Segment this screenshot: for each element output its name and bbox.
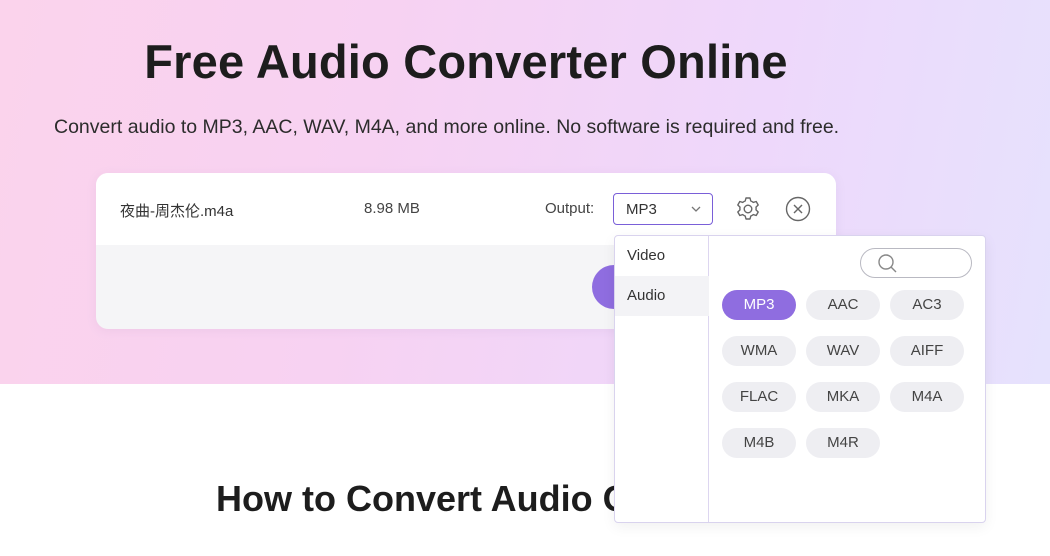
format-chip-flac[interactable]: FLAC <box>722 382 796 412</box>
search-icon <box>878 254 897 273</box>
format-chip-m4a[interactable]: M4A <box>890 382 964 412</box>
format-chip-mka[interactable]: MKA <box>806 382 880 412</box>
gear-icon[interactable] <box>734 195 762 223</box>
output-format-select[interactable]: MP3 <box>613 193 713 225</box>
output-label: Output: <box>545 200 595 217</box>
format-chip-m4b[interactable]: M4B <box>722 428 796 458</box>
page-subtitle: Convert audio to MP3, AAC, WAV, M4A, and… <box>54 116 840 138</box>
format-chip-wav[interactable]: WAV <box>806 336 880 366</box>
format-dropdown: Video Audio MP3 AAC AC3 WMA WAV AIFF FLA… <box>614 235 986 523</box>
format-chip-ac3[interactable]: AC3 <box>890 290 964 320</box>
page-title: Free Audio Converter Online <box>144 35 788 88</box>
chevron-down-icon <box>691 206 701 212</box>
category-video[interactable]: Video <box>615 236 709 276</box>
format-chip-m4r[interactable]: M4R <box>806 428 880 458</box>
format-search-input[interactable] <box>860 248 972 278</box>
format-chip-wma[interactable]: WMA <box>722 336 796 366</box>
format-chip-aac[interactable]: AAC <box>806 290 880 320</box>
file-name: 夜曲-周杰伦.m4a <box>120 203 234 220</box>
format-chip-mp3[interactable]: MP3 <box>722 290 796 320</box>
category-list: Video Audio <box>615 236 709 522</box>
output-format-value: MP3 <box>626 201 657 218</box>
category-audio[interactable]: Audio <box>615 276 709 316</box>
format-chip-aiff[interactable]: AIFF <box>890 336 964 366</box>
section-title: How to Convert Audio O <box>216 478 631 519</box>
close-circle-icon[interactable] <box>785 196 811 222</box>
file-size: 8.98 MB <box>364 200 420 217</box>
